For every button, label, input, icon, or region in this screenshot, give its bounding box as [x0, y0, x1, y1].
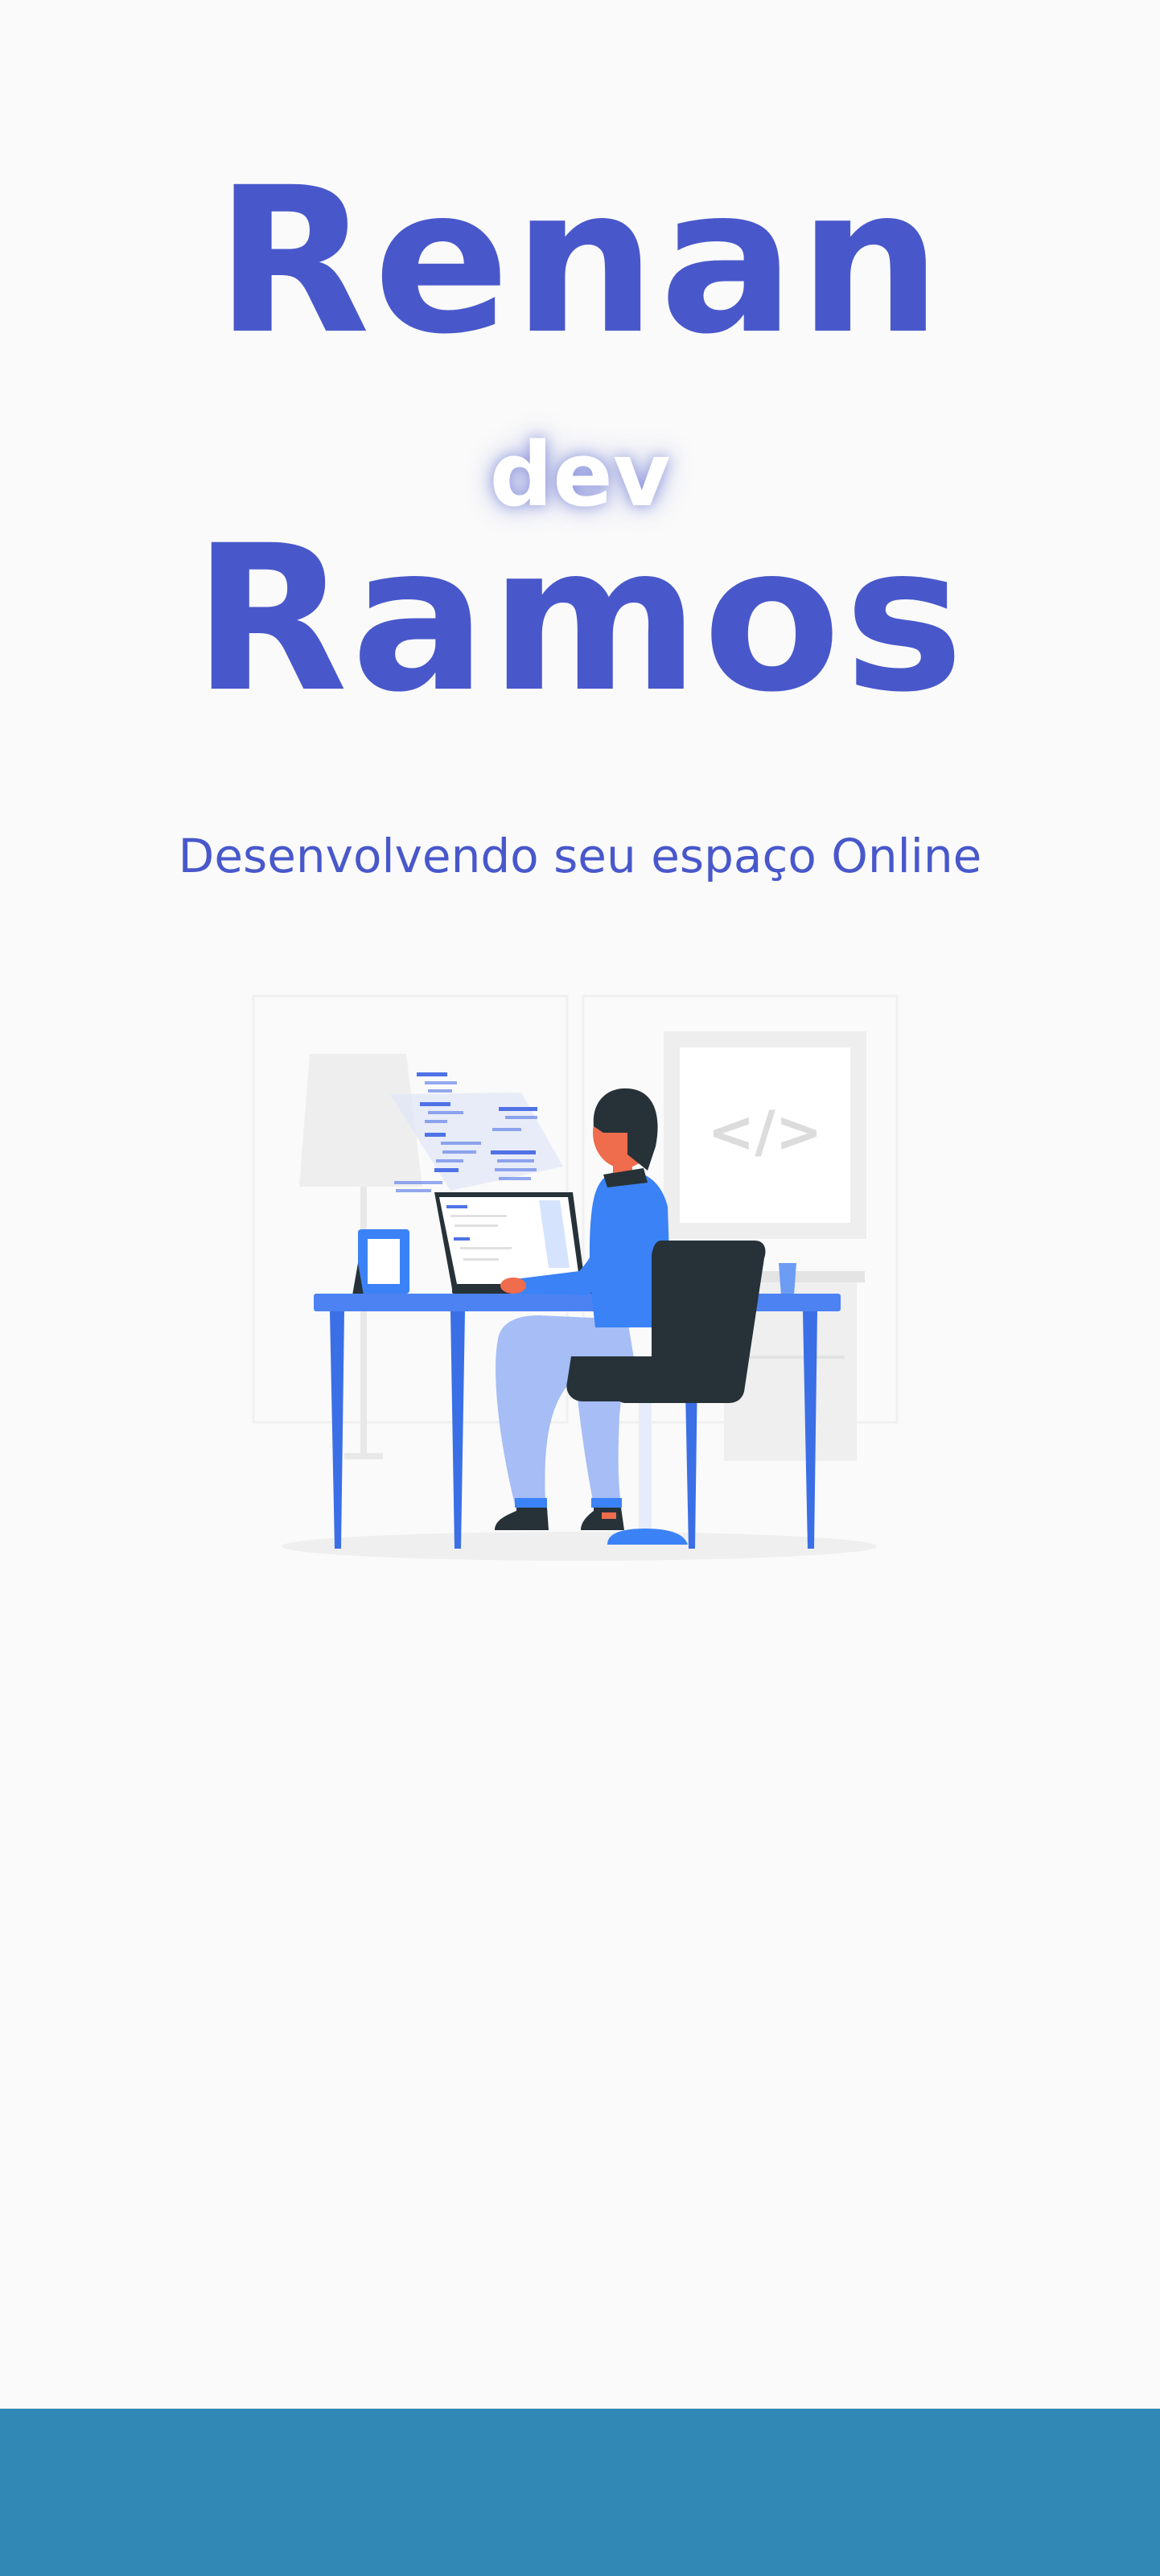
developer-illustration: </>	[249, 990, 909, 1569]
photo-frame	[352, 1229, 409, 1295]
wall-frame: </>	[664, 1031, 866, 1239]
code-symbol-icon: </>	[708, 1099, 823, 1165]
developer-at-desk-illustration: </>	[252, 994, 899, 1561]
title-last-name: Ramos	[192, 502, 968, 736]
title-first-name: Renan	[215, 144, 945, 378]
footer-bar	[0, 2409, 1160, 2576]
floor-shadow	[282, 1532, 877, 1561]
hero-section: Renan dev Ramos Desenvolvendo seu espaço…	[0, 0, 1160, 2409]
hero-tagline: Desenvolvendo seu espaço Online	[178, 829, 982, 883]
cup	[779, 1263, 796, 1295]
